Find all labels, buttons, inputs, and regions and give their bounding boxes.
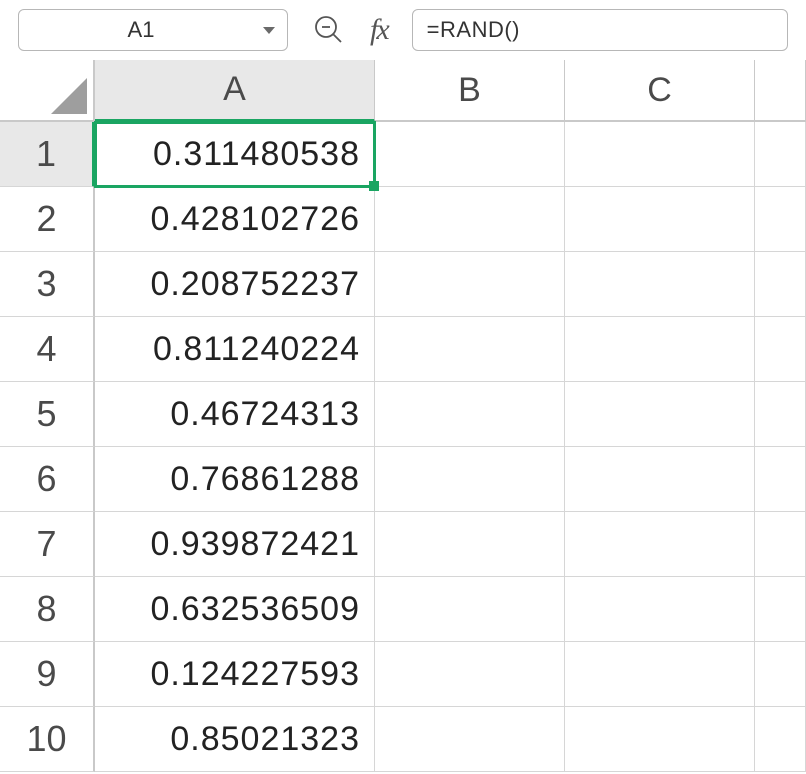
table-row: 3 0.208752237 <box>0 252 806 317</box>
row-header-5[interactable]: 5 <box>0 382 95 447</box>
cell-A1[interactable]: 0.311480538 <box>95 122 375 187</box>
cell-C9[interactable] <box>565 642 755 707</box>
cell-C4[interactable] <box>565 317 755 382</box>
table-row: 5 0.46724313 <box>0 382 806 447</box>
table-row: 8 0.632536509 <box>0 577 806 642</box>
row-header-8[interactable]: 8 <box>0 577 95 642</box>
cell-D5-partial[interactable] <box>755 382 806 447</box>
table-row: 9 0.124227593 <box>0 642 806 707</box>
table-row: 2 0.428102726 <box>0 187 806 252</box>
cell-D8-partial[interactable] <box>755 577 806 642</box>
row-header-1[interactable]: 1 <box>0 122 95 187</box>
cell-C3[interactable] <box>565 252 755 317</box>
row-header-10[interactable]: 10 <box>0 707 95 772</box>
cell-B10[interactable] <box>375 707 565 772</box>
cell-D2-partial[interactable] <box>755 187 806 252</box>
table-row: 6 0.76861288 <box>0 447 806 512</box>
cell-D10-partial[interactable] <box>755 707 806 772</box>
formula-bar: A1 fx =RAND() <box>0 0 806 60</box>
cell-A4[interactable]: 0.811240224 <box>95 317 375 382</box>
name-box-value: A1 <box>19 17 263 43</box>
cell-D3-partial[interactable] <box>755 252 806 317</box>
cell-B2[interactable] <box>375 187 565 252</box>
cell-C7[interactable] <box>565 512 755 577</box>
cell-A5[interactable]: 0.46724313 <box>95 382 375 447</box>
cell-B3[interactable] <box>375 252 565 317</box>
cell-A6[interactable]: 0.76861288 <box>95 447 375 512</box>
row-header-7[interactable]: 7 <box>0 512 95 577</box>
column-header-A[interactable]: A <box>95 60 375 122</box>
formula-input[interactable]: =RAND() <box>412 9 788 51</box>
cell-C5[interactable] <box>565 382 755 447</box>
cell-D1-partial[interactable] <box>755 122 806 187</box>
cell-B7[interactable] <box>375 512 565 577</box>
table-row: 7 0.939872421 <box>0 512 806 577</box>
cell-C10[interactable] <box>565 707 755 772</box>
cell-B8[interactable] <box>375 577 565 642</box>
formula-input-value: =RAND() <box>427 17 520 43</box>
cell-A2[interactable]: 0.428102726 <box>95 187 375 252</box>
cell-D7-partial[interactable] <box>755 512 806 577</box>
cell-B6[interactable] <box>375 447 565 512</box>
column-header-partial[interactable] <box>755 60 806 122</box>
row-header-3[interactable]: 3 <box>0 252 95 317</box>
cell-C1[interactable] <box>565 122 755 187</box>
cell-B1[interactable] <box>375 122 565 187</box>
name-box[interactable]: A1 <box>18 9 288 51</box>
cell-C8[interactable] <box>565 577 755 642</box>
table-row: 4 0.811240224 <box>0 317 806 382</box>
row-header-9[interactable]: 9 <box>0 642 95 707</box>
cell-B4[interactable] <box>375 317 565 382</box>
fx-icon[interactable]: fx <box>370 13 388 47</box>
table-row: 10 0.85021323 <box>0 707 806 772</box>
spreadsheet-grid: A B C 1 0.311480538 2 0.428102726 3 0.20… <box>0 60 806 772</box>
row-header-6[interactable]: 6 <box>0 447 95 512</box>
select-all-corner[interactable] <box>0 60 95 122</box>
row-header-2[interactable]: 2 <box>0 187 95 252</box>
cell-A9[interactable]: 0.124227593 <box>95 642 375 707</box>
cell-D9-partial[interactable] <box>755 642 806 707</box>
column-header-C[interactable]: C <box>565 60 755 122</box>
row-header-4[interactable]: 4 <box>0 317 95 382</box>
cell-A8[interactable]: 0.632536509 <box>95 577 375 642</box>
cell-C2[interactable] <box>565 187 755 252</box>
table-row: 1 0.311480538 <box>0 122 806 187</box>
cell-A10[interactable]: 0.85021323 <box>95 707 375 772</box>
column-headers-row: A B C <box>0 60 806 122</box>
cell-A3[interactable]: 0.208752237 <box>95 252 375 317</box>
cell-C6[interactable] <box>565 447 755 512</box>
cell-D6-partial[interactable] <box>755 447 806 512</box>
chevron-down-icon <box>263 27 275 34</box>
cell-B9[interactable] <box>375 642 565 707</box>
cell-A7[interactable]: 0.939872421 <box>95 512 375 577</box>
cell-D4-partial[interactable] <box>755 317 806 382</box>
cell-B5[interactable] <box>375 382 565 447</box>
zoom-out-icon[interactable] <box>312 13 346 47</box>
column-header-B[interactable]: B <box>375 60 565 122</box>
